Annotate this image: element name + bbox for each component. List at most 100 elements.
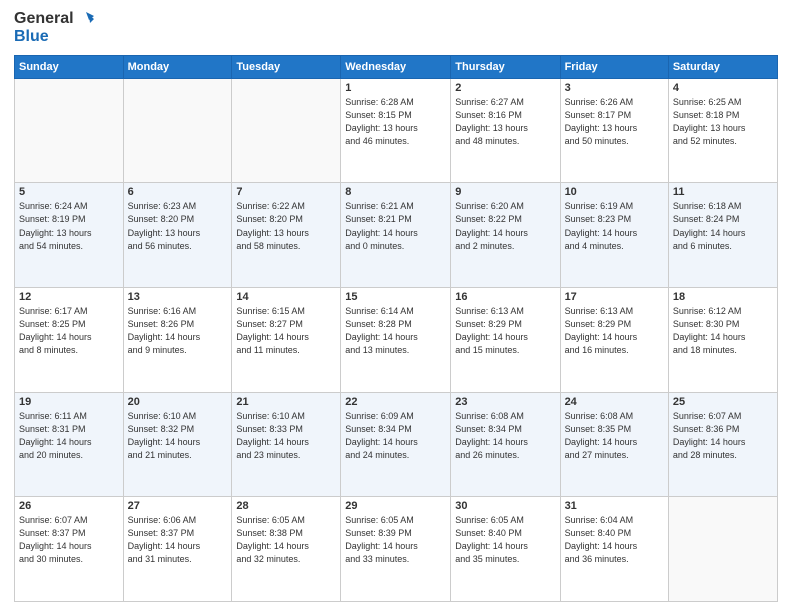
calendar-table: SundayMondayTuesdayWednesdayThursdayFrid… [14,55,778,602]
day-info: Sunrise: 6:09 AM Sunset: 8:34 PM Dayligh… [345,410,446,462]
day-number: 9 [455,186,555,198]
logo: General Blue [14,10,94,47]
calendar-cell: 20 Sunrise: 6:10 AM Sunset: 8:32 PM Dayli… [123,392,232,497]
day-number: 29 [345,500,446,512]
header-thursday: Thursday [451,55,560,78]
calendar-cell: 8 Sunrise: 6:21 AM Sunset: 8:21 PM Daylig… [341,183,451,288]
day-info: Sunrise: 6:20 AM Sunset: 8:22 PM Dayligh… [455,200,555,252]
calendar-row-1: 1 Sunrise: 6:28 AM Sunset: 8:15 PM Daylig… [15,78,778,183]
day-info: Sunrise: 6:21 AM Sunset: 8:21 PM Dayligh… [345,200,446,252]
day-info: Sunrise: 6:26 AM Sunset: 8:17 PM Dayligh… [565,96,664,148]
day-info: Sunrise: 6:06 AM Sunset: 8:37 PM Dayligh… [128,514,228,566]
header-wednesday: Wednesday [341,55,451,78]
calendar-cell: 12 Sunrise: 6:17 AM Sunset: 8:25 PM Dayli… [15,288,124,393]
day-info: Sunrise: 6:07 AM Sunset: 8:37 PM Dayligh… [19,514,119,566]
day-info: Sunrise: 6:10 AM Sunset: 8:32 PM Dayligh… [128,410,228,462]
day-number: 12 [19,291,119,303]
calendar-cell: 4 Sunrise: 6:25 AM Sunset: 8:18 PM Daylig… [668,78,777,183]
calendar-cell: 15 Sunrise: 6:14 AM Sunset: 8:28 PM Dayli… [341,288,451,393]
day-number: 3 [565,82,664,94]
day-number: 27 [128,500,228,512]
day-info: Sunrise: 6:27 AM Sunset: 8:16 PM Dayligh… [455,96,555,148]
calendar-cell: 19 Sunrise: 6:11 AM Sunset: 8:31 PM Dayli… [15,392,124,497]
calendar-row-5: 26 Sunrise: 6:07 AM Sunset: 8:37 PM Dayli… [15,497,778,602]
calendar-cell: 26 Sunrise: 6:07 AM Sunset: 8:37 PM Dayli… [15,497,124,602]
header-friday: Friday [560,55,668,78]
day-info: Sunrise: 6:10 AM Sunset: 8:33 PM Dayligh… [236,410,336,462]
calendar-cell: 18 Sunrise: 6:12 AM Sunset: 8:30 PM Dayli… [668,288,777,393]
calendar-cell: 29 Sunrise: 6:05 AM Sunset: 8:39 PM Dayli… [341,497,451,602]
day-number: 23 [455,396,555,408]
day-info: Sunrise: 6:24 AM Sunset: 8:19 PM Dayligh… [19,200,119,252]
header: General Blue [14,10,778,47]
day-info: Sunrise: 6:23 AM Sunset: 8:20 PM Dayligh… [128,200,228,252]
calendar-cell: 9 Sunrise: 6:20 AM Sunset: 8:22 PM Daylig… [451,183,560,288]
day-info: Sunrise: 6:22 AM Sunset: 8:20 PM Dayligh… [236,200,336,252]
day-info: Sunrise: 6:08 AM Sunset: 8:35 PM Dayligh… [565,410,664,462]
day-number: 18 [673,291,773,303]
header-tuesday: Tuesday [232,55,341,78]
day-number: 15 [345,291,446,303]
day-info: Sunrise: 6:15 AM Sunset: 8:27 PM Dayligh… [236,305,336,357]
day-number: 4 [673,82,773,94]
day-info: Sunrise: 6:11 AM Sunset: 8:31 PM Dayligh… [19,410,119,462]
calendar-cell: 31 Sunrise: 6:04 AM Sunset: 8:40 PM Dayli… [560,497,668,602]
calendar-cell: 3 Sunrise: 6:26 AM Sunset: 8:17 PM Daylig… [560,78,668,183]
day-number: 22 [345,396,446,408]
calendar-cell: 10Sunrise: 6:19 AM Sunset: 8:23 PM Dayli… [560,183,668,288]
day-info: Sunrise: 6:05 AM Sunset: 8:39 PM Dayligh… [345,514,446,566]
day-info: Sunrise: 6:04 AM Sunset: 8:40 PM Dayligh… [565,514,664,566]
day-info: Sunrise: 6:16 AM Sunset: 8:26 PM Dayligh… [128,305,228,357]
day-number: 30 [455,500,555,512]
calendar-cell [15,78,124,183]
day-info: Sunrise: 6:28 AM Sunset: 8:15 PM Dayligh… [345,96,446,148]
calendar-cell: 25Sunrise: 6:07 AM Sunset: 8:36 PM Dayli… [668,392,777,497]
day-number: 17 [565,291,664,303]
day-info: Sunrise: 6:13 AM Sunset: 8:29 PM Dayligh… [455,305,555,357]
day-number: 20 [128,396,228,408]
header-saturday: Saturday [668,55,777,78]
day-number: 21 [236,396,336,408]
calendar-cell: 14 Sunrise: 6:15 AM Sunset: 8:27 PM Dayli… [232,288,341,393]
logo-blue: Blue [14,28,49,46]
header-sunday: Sunday [15,55,124,78]
calendar-cell: 11 Sunrise: 6:18 AM Sunset: 8:24 PM Dayli… [668,183,777,288]
day-info: Sunrise: 6:13 AM Sunset: 8:29 PM Dayligh… [565,305,664,357]
day-number: 16 [455,291,555,303]
calendar-cell: 7 Sunrise: 6:22 AM Sunset: 8:20 PM Daylig… [232,183,341,288]
day-number: 5 [19,186,119,198]
calendar-cell: 13Sunrise: 6:16 AM Sunset: 8:26 PM Dayli… [123,288,232,393]
logo-bird-icon [76,10,94,28]
header-monday: Monday [123,55,232,78]
calendar-row-3: 12 Sunrise: 6:17 AM Sunset: 8:25 PM Dayli… [15,288,778,393]
day-number: 24 [565,396,664,408]
calendar-cell [232,78,341,183]
calendar-page: General Blue SundayMondayTuesdayWednesda… [0,0,792,612]
day-number: 14 [236,291,336,303]
day-number: 1 [345,82,446,94]
calendar-row-4: 19 Sunrise: 6:11 AM Sunset: 8:31 PM Dayli… [15,392,778,497]
day-number: 8 [345,186,446,198]
header-row: SundayMondayTuesdayWednesdayThursdayFrid… [15,55,778,78]
day-info: Sunrise: 6:18 AM Sunset: 8:24 PM Dayligh… [673,200,773,252]
day-number: 26 [19,500,119,512]
logo-general: General [14,10,74,28]
day-number: 19 [19,396,119,408]
day-info: Sunrise: 6:08 AM Sunset: 8:34 PM Dayligh… [455,410,555,462]
calendar-cell: 6Sunrise: 6:23 AM Sunset: 8:20 PM Daylig… [123,183,232,288]
day-number: 31 [565,500,664,512]
calendar-cell: 27 Sunrise: 6:06 AM Sunset: 8:37 PM Dayli… [123,497,232,602]
day-info: Sunrise: 6:17 AM Sunset: 8:25 PM Dayligh… [19,305,119,357]
day-info: Sunrise: 6:25 AM Sunset: 8:18 PM Dayligh… [673,96,773,148]
day-info: Sunrise: 6:19 AM Sunset: 8:23 PM Dayligh… [565,200,664,252]
day-info: Sunrise: 6:14 AM Sunset: 8:28 PM Dayligh… [345,305,446,357]
calendar-cell [123,78,232,183]
day-number: 11 [673,186,773,198]
calendar-cell: 24 Sunrise: 6:08 AM Sunset: 8:35 PM Dayli… [560,392,668,497]
calendar-cell: 16 Sunrise: 6:13 AM Sunset: 8:29 PM Dayli… [451,288,560,393]
calendar-cell: 28Sunrise: 6:05 AM Sunset: 8:38 PM Dayli… [232,497,341,602]
day-info: Sunrise: 6:12 AM Sunset: 8:30 PM Dayligh… [673,305,773,357]
day-info: Sunrise: 6:05 AM Sunset: 8:38 PM Dayligh… [236,514,336,566]
day-number: 7 [236,186,336,198]
day-number: 2 [455,82,555,94]
